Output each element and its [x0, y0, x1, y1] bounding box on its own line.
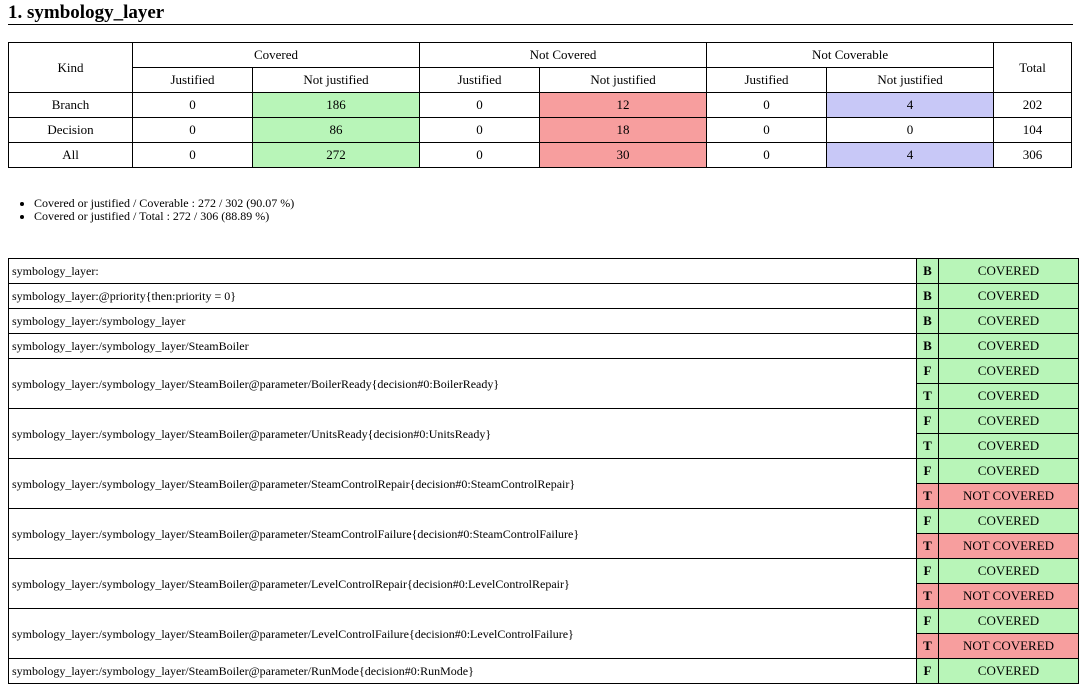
detail-path: symbology_layer:/symbology_layer/SteamBo…: [8, 658, 917, 684]
decision-kind-badge: T: [916, 483, 939, 509]
detail-path: symbology_layer:: [8, 258, 917, 284]
coverage-status: COVERED: [938, 333, 1079, 359]
decision-kind-badge: F: [916, 458, 939, 484]
kind-cell: Branch: [8, 92, 133, 118]
coverage-status: NOT COVERED: [938, 533, 1079, 559]
total-cell: 104: [993, 117, 1073, 143]
decision-kind-badge: F: [916, 408, 939, 434]
summary-row-branch: Branch 0 186 0 12 0 4 202: [8, 92, 1073, 118]
value-cell: 0: [132, 142, 253, 168]
value-cell: 4: [826, 142, 995, 168]
coverage-status: COVERED: [938, 558, 1079, 584]
coverage-status: COVERED: [938, 308, 1079, 334]
detail-row: symbology_layer:/symbology_layer/SteamBo…: [8, 358, 1079, 409]
detail-row: symbology_layer:/symbology_layer/SteamBo…: [8, 408, 1079, 459]
coverage-status: COVERED: [938, 508, 1079, 534]
decision-kind-badge: F: [916, 508, 939, 534]
value-cell: 86: [251, 117, 421, 143]
detail-path: symbology_layer:/symbology_layer: [8, 308, 917, 334]
not-justified-header: Not justified: [539, 67, 708, 93]
coverage-status: COVERED: [938, 658, 1079, 684]
coverage-status: NOT COVERED: [938, 583, 1079, 609]
coverage-notes: Covered or justified / Coverable : 272 /…: [22, 197, 294, 223]
coverage-status: COVERED: [938, 383, 1079, 409]
detail-path: symbology_layer:/symbology_layer/SteamBo…: [8, 608, 917, 659]
value-cell: 0: [419, 92, 541, 118]
decision-kind-badge: F: [916, 558, 939, 584]
note-total-ratio: Covered or justified / Total : 272 / 306…: [34, 210, 294, 223]
value-cell: 4: [826, 92, 995, 118]
value-cell: 0: [132, 117, 253, 143]
coverage-status: COVERED: [938, 408, 1079, 434]
justified-header: Justified: [419, 67, 541, 93]
coverage-status: COVERED: [938, 358, 1079, 384]
coverage-status: COVERED: [938, 608, 1079, 634]
value-cell: 0: [706, 92, 828, 118]
covered-header: Covered: [131, 42, 421, 68]
value-cell: 30: [539, 142, 708, 168]
value-cell: 0: [826, 117, 995, 143]
detail-path: symbology_layer:/symbology_layer/SteamBo…: [8, 408, 917, 459]
decision-kind-badge: T: [916, 533, 939, 559]
decision-kind-badge: B: [916, 283, 939, 309]
total-cell: 202: [993, 92, 1073, 118]
summary-row-all: All 0 272 0 30 0 4 306: [8, 142, 1073, 168]
decision-kind-badge: T: [916, 433, 939, 459]
not-covered-header: Not Covered: [419, 42, 708, 68]
coverage-status: COVERED: [938, 458, 1079, 484]
decision-kind-badge: T: [916, 583, 939, 609]
decision-kind-badge: T: [916, 633, 939, 659]
coverage-summary-table: Kind Covered Not Covered Not Coverable T…: [8, 42, 1073, 168]
value-cell: 0: [132, 92, 253, 118]
detail-row: symbology_layer:/symbology_layer/SteamBo…: [8, 658, 1079, 684]
kind-header: Kind: [8, 42, 133, 93]
value-cell: 0: [706, 142, 828, 168]
decision-kind-badge: T: [916, 383, 939, 409]
coverage-status: COVERED: [938, 433, 1079, 459]
page-title: 1. symbology_layer: [8, 2, 1073, 25]
coverage-status: COVERED: [938, 258, 1079, 284]
not-coverable-header: Not Coverable: [706, 42, 995, 68]
detail-path: symbology_layer:/symbology_layer/SteamBo…: [8, 508, 917, 559]
detail-row: symbology_layer:/symbology_layer/SteamBo…: [8, 508, 1079, 559]
detail-path: symbology_layer:/symbology_layer/SteamBo…: [8, 358, 917, 409]
coverage-status: NOT COVERED: [938, 633, 1079, 659]
detail-path: symbology_layer:/symbology_layer/SteamBo…: [8, 458, 917, 509]
coverage-details-table: symbology_layer: B COVERED symbology_layer:…: [8, 258, 1079, 684]
justified-header: Justified: [706, 67, 828, 93]
detail-row: symbology_layer:/symbology_layer/SteamBo…: [8, 608, 1079, 659]
not-justified-header: Not justified: [826, 67, 995, 93]
total-header: Total: [993, 42, 1073, 93]
value-cell: 0: [706, 117, 828, 143]
value-cell: 18: [539, 117, 708, 143]
decision-kind-badge: B: [916, 258, 939, 284]
value-cell: 0: [419, 142, 541, 168]
decision-kind-badge: B: [916, 333, 939, 359]
detail-row: symbology_layer:@priority{then:priority …: [8, 283, 1079, 309]
decision-kind-badge: B: [916, 308, 939, 334]
decision-kind-badge: F: [916, 358, 939, 384]
detail-row: symbology_layer:/symbology_layer B COVERED: [8, 308, 1079, 334]
value-cell: 0: [419, 117, 541, 143]
detail-row: symbology_layer:/symbology_layer/SteamBo…: [8, 458, 1079, 509]
detail-row: symbology_layer:/symbology_layer/SteamBo…: [8, 558, 1079, 609]
detail-row: symbology_layer: B COVERED: [8, 258, 1079, 284]
detail-path: symbology_layer:/symbology_layer/SteamBo…: [8, 333, 917, 359]
value-cell: 272: [251, 142, 421, 168]
decision-kind-badge: F: [916, 658, 939, 684]
kind-cell: All: [8, 142, 133, 168]
coverage-status: NOT COVERED: [938, 483, 1079, 509]
detail-path: symbology_layer:@priority{then:priority …: [8, 283, 917, 309]
value-cell: 186: [251, 92, 421, 118]
detail-path: symbology_layer:/symbology_layer/SteamBo…: [8, 558, 917, 609]
not-justified-header: Not justified: [251, 67, 421, 93]
detail-row: symbology_layer:/symbology_layer/SteamBo…: [8, 333, 1079, 359]
summary-row-decision: Decision 0 86 0 18 0 0 104: [8, 117, 1073, 143]
justified-header: Justified: [132, 67, 253, 93]
total-cell: 306: [993, 142, 1073, 168]
kind-cell: Decision: [8, 117, 133, 143]
value-cell: 12: [539, 92, 708, 118]
coverage-status: COVERED: [938, 283, 1079, 309]
decision-kind-badge: F: [916, 608, 939, 634]
